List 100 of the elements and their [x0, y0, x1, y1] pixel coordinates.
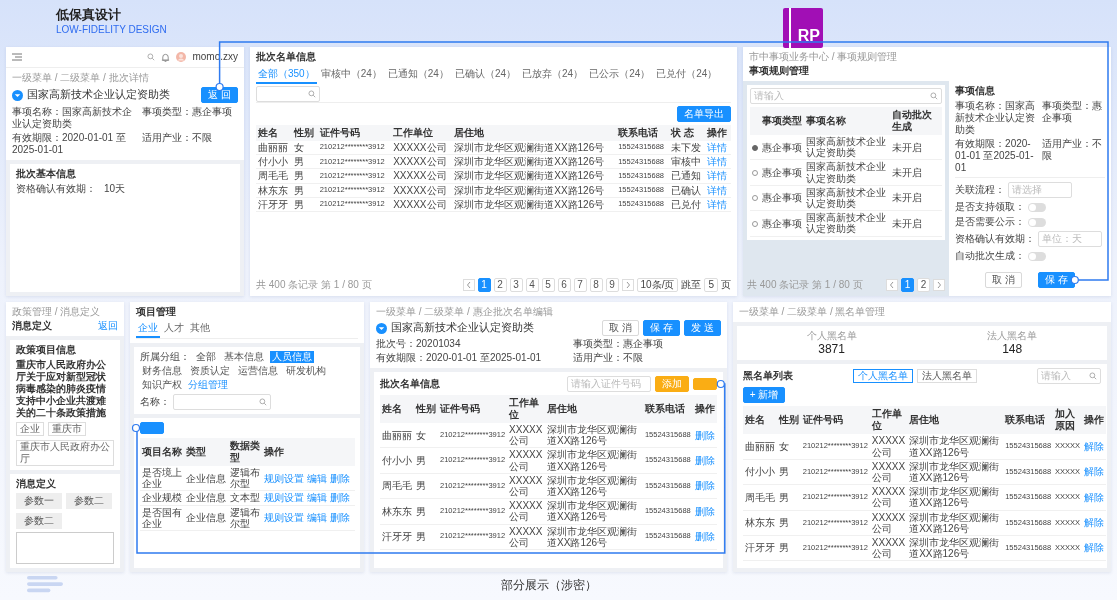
table-action-link[interactable]: 编辑	[307, 472, 327, 484]
page-button[interactable]: 9	[605, 278, 619, 292]
menu-icon[interactable]	[12, 53, 22, 61]
segment-button[interactable]: 个人黑名单	[852, 369, 913, 384]
page-button[interactable]: 8	[589, 278, 603, 292]
table-action-link[interactable]: 详情	[707, 142, 728, 153]
back-link[interactable]: 返回	[98, 320, 118, 332]
page-button[interactable]: 4	[525, 278, 539, 292]
toggle-switch[interactable]	[1028, 251, 1047, 261]
table-action-link[interactable]: 详情	[707, 184, 728, 196]
group-chip[interactable]: 运营信息	[236, 365, 280, 377]
tab[interactable]: 已确认（24）	[452, 66, 519, 84]
id-number-field[interactable]: 请输入证件号码	[566, 376, 651, 392]
new-button[interactable]: + 新增	[742, 387, 786, 404]
page-jump-field[interactable]: 5	[704, 278, 718, 292]
tab[interactable]: 审核中（24）	[318, 66, 384, 84]
page-button[interactable]: 2	[493, 278, 507, 292]
export-button[interactable]: 名单导出	[677, 106, 731, 122]
cancel-button[interactable]: 取 消	[602, 320, 640, 336]
table-cell: 男	[776, 459, 801, 485]
tab[interactable]: 已放弃（24）	[520, 66, 586, 84]
cancel-button[interactable]: 取 消	[985, 272, 1023, 288]
tab[interactable]: 企业	[136, 320, 160, 338]
chevron-left-icon[interactable]	[886, 279, 899, 291]
parameter-button[interactable]: 参数二	[66, 493, 112, 509]
tab[interactable]: 已公示（24）	[587, 66, 653, 84]
name-field[interactable]	[173, 394, 271, 410]
group-chip[interactable]: 知识产权	[140, 379, 184, 391]
table-action-link[interactable]: 解除	[1084, 441, 1105, 452]
table-action-link[interactable]: 规则设置	[264, 492, 304, 504]
table-action-link[interactable]: 删除	[330, 512, 350, 524]
group-chip[interactable]: 财务信息	[140, 365, 184, 377]
save-button[interactable]: 保 存	[1038, 272, 1075, 288]
tab[interactable]: 其他	[188, 320, 212, 338]
tab[interactable]: 已通知（24）	[385, 66, 451, 84]
table-action-link[interactable]: 删除	[330, 492, 350, 504]
tab[interactable]: 全部（350）	[256, 66, 317, 84]
chevron-left-icon[interactable]	[462, 279, 475, 291]
page-button[interactable]: 3	[509, 278, 523, 292]
page-button[interactable]: 6	[557, 278, 571, 292]
bell-icon[interactable]	[161, 52, 171, 62]
group-chip[interactable]: 研发机构	[284, 365, 328, 377]
column-header: 操作	[262, 438, 355, 466]
add-button[interactable]: 添加	[654, 376, 689, 392]
tab[interactable]: 已兑付（24）	[654, 66, 720, 84]
page-button[interactable]: 1	[477, 278, 491, 292]
table-action-link[interactable]: 规则设置	[264, 512, 304, 524]
table-action-link[interactable]: 详情	[707, 156, 728, 168]
table-action-link[interactable]: 解除	[1084, 517, 1105, 529]
import-button[interactable]	[692, 378, 717, 390]
table-action-link[interactable]: 删除	[694, 505, 715, 517]
new-button[interactable]	[140, 422, 164, 434]
page-size-select[interactable]: 10条/页	[636, 278, 679, 292]
table-action-link[interactable]: 解除	[1084, 466, 1105, 478]
search-field[interactable]: 请输入	[750, 88, 943, 104]
page-button[interactable]: 1	[901, 278, 915, 292]
back-button[interactable]: 返 回	[201, 87, 238, 103]
group-chip[interactable]: 全部	[194, 351, 218, 363]
page-button[interactable]: 7	[573, 278, 587, 292]
table-action-link[interactable]: 删除	[330, 472, 350, 484]
table-action-link[interactable]: 删除	[694, 480, 715, 492]
group-chip[interactable]: 资质认定	[188, 365, 232, 377]
table-action-link[interactable]: 删除	[694, 531, 715, 543]
segment-button[interactable]: 法人黑名单	[916, 369, 977, 384]
parameter-button[interactable]: 参数一	[16, 493, 62, 509]
table-action-link[interactable]: 删除	[694, 429, 715, 441]
table-action-link[interactable]: 编辑	[307, 512, 327, 524]
group-chip[interactable]: 基本信息	[222, 351, 266, 363]
toggle-switch[interactable]	[1028, 202, 1047, 212]
toggle-switch[interactable]	[1028, 217, 1047, 227]
avatar-icon[interactable]	[176, 52, 187, 62]
radio-button[interactable]	[752, 144, 758, 151]
page-button[interactable]: 5	[541, 278, 555, 292]
page-button[interactable]: 2	[917, 278, 931, 292]
app-logo: RP	[783, 8, 823, 48]
tab[interactable]: 人才	[162, 320, 186, 338]
group-chip[interactable]: 人员信息	[270, 351, 314, 363]
search-field[interactable]	[256, 86, 320, 102]
field-text: 有效期限：2020-01-01 至2025-01-01	[955, 138, 1035, 174]
page-title: 项目管理	[136, 306, 177, 318]
table-action-link[interactable]: 解除	[1084, 542, 1105, 554]
table-action-link[interactable]: 规则设置	[264, 472, 304, 484]
chevron-right-icon[interactable]	[933, 279, 946, 291]
table-action-link[interactable]: 删除	[694, 454, 715, 466]
table-cell: 未下发	[669, 141, 706, 155]
search-field[interactable]: 请输入	[1037, 368, 1101, 385]
column-header: 事项名称	[804, 107, 891, 135]
group-manage-link[interactable]: 分组管理	[188, 379, 228, 391]
action-button[interactable]: 发 送	[684, 320, 721, 336]
parameter-button[interactable]: 参数二	[16, 513, 62, 529]
table-cell: 林东东	[380, 498, 414, 524]
message-text-area[interactable]	[16, 532, 114, 564]
table-action-link[interactable]: 解除	[1084, 491, 1105, 503]
table-action-link[interactable]: 编辑	[307, 492, 327, 504]
table-action-link[interactable]: 详情	[707, 170, 728, 182]
action-button[interactable]: 保 存	[643, 320, 680, 336]
select-field[interactable]: 请选择	[1008, 182, 1073, 198]
chevron-right-icon[interactable]	[621, 279, 634, 291]
table-action-link[interactable]: 详情	[707, 198, 728, 210]
table-cell: 女	[414, 423, 438, 448]
